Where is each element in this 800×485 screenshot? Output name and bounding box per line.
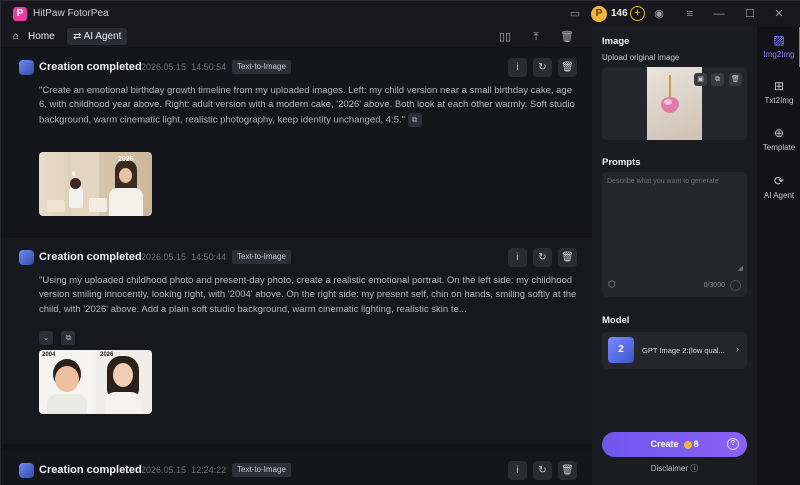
creation-avatar-icon bbox=[19, 250, 34, 265]
book-icon[interactable]: ▯▯ bbox=[497, 29, 513, 45]
model-icon: 2 bbox=[608, 337, 634, 363]
cube-icon[interactable]: ⬡ bbox=[608, 279, 616, 290]
maximize-button[interactable]: ☐ bbox=[742, 6, 758, 22]
result-image-thumbnail[interactable]: 2026 6 bbox=[39, 152, 152, 216]
home-label: Home bbox=[28, 31, 55, 42]
duplicate-icon[interactable]: ⧉ bbox=[711, 73, 724, 86]
creation-timestamp: 2026.05.15 12:24:22 bbox=[141, 465, 227, 475]
swap-icon: ⇄ bbox=[73, 31, 82, 42]
creation-feed[interactable]: Creation completed 2026.05.15 14:50:54 T… bbox=[1, 48, 592, 485]
image-icon: ▨ bbox=[773, 33, 785, 47]
thumbnail-age-label: 6 bbox=[72, 172, 76, 178]
model-section-label: Model bbox=[602, 315, 630, 326]
add-coins-button[interactable]: + bbox=[630, 6, 645, 21]
creation-type-badge: Text-to-Image bbox=[232, 60, 291, 74]
agent-icon: ⟳ bbox=[773, 174, 785, 188]
expand-chevron-down-icon[interactable]: ⌄ bbox=[39, 330, 53, 345]
menu-icon[interactable]: ≡ bbox=[682, 6, 698, 22]
message-icon[interactable]: ▭ bbox=[567, 6, 583, 22]
tab-ai-agent[interactable]: ⟳ AI Agent bbox=[757, 168, 800, 214]
close-button[interactable]: ✕ bbox=[771, 6, 787, 22]
upload-image-area[interactable]: ▣ ⧉ 🗑 bbox=[602, 67, 747, 140]
prompt-char-count: 0/3000 bbox=[703, 282, 725, 289]
coin-count: 146 bbox=[611, 8, 628, 19]
text-image-icon: ⊞ bbox=[773, 79, 785, 93]
regenerate-button[interactable]: ↻ bbox=[533, 58, 552, 77]
crop-icon[interactable]: ▣ bbox=[694, 73, 707, 86]
coin-icon bbox=[683, 440, 692, 449]
creation-timestamp: 2026.05.15 14:50:54 bbox=[141, 62, 227, 72]
account-icon[interactable]: ◉ bbox=[651, 6, 667, 22]
title-bar: P HitPaw FotorPea ▭ P 146 + ◉ ≡ — ☐ ✕ bbox=[1, 1, 800, 27]
minimize-button[interactable]: — bbox=[711, 6, 727, 22]
regenerate-button[interactable]: ↻ bbox=[533, 461, 552, 480]
creation-card: Creation completed 2026.05.15 14:50:54 T… bbox=[1, 48, 592, 233]
prompt-placeholder: Describe what you want to generate bbox=[607, 178, 719, 185]
prompt-textarea[interactable]: Describe what you want to generate ◢ ⬡ 0… bbox=[602, 172, 747, 297]
prompts-section-label: Prompts bbox=[602, 157, 641, 168]
app-logo-icon: P bbox=[13, 7, 27, 21]
generation-panel: Image Upload original image ▣ ⧉ 🗑 Prompt… bbox=[592, 27, 757, 485]
coin-icon: P bbox=[591, 6, 607, 22]
model-selector[interactable]: 2 GPT Image 2:(low qual... › bbox=[602, 332, 747, 369]
delete-button[interactable]: 🗑 bbox=[558, 248, 577, 267]
app-window: P HitPaw FotorPea ▭ P 146 + ◉ ≡ — ☐ ✕ ⌂ H… bbox=[0, 0, 800, 485]
creation-avatar-icon bbox=[19, 463, 34, 478]
tab-template[interactable]: ⊕ Template bbox=[757, 120, 800, 166]
disclaimer-link[interactable]: Disclaimer ⓘ bbox=[602, 463, 747, 474]
app-title: HitPaw FotorPea bbox=[33, 8, 109, 19]
creation-card: Creation completed 2026.05.15 14:50:44 T… bbox=[1, 238, 592, 444]
nav-bar: ⌂ Home ⇄ AI Agent ▯▯ ⤒ 🗑 bbox=[1, 27, 592, 47]
remove-image-icon[interactable]: 🗑 bbox=[729, 73, 742, 86]
creation-timestamp: 2026.05.15 14:50:44 bbox=[141, 252, 227, 262]
creation-prompt: "Create an emotional birthday growth tim… bbox=[39, 85, 575, 127]
info-button[interactable]: i bbox=[508, 248, 527, 267]
creation-title: Creation completed bbox=[39, 61, 142, 73]
clear-prompt-icon[interactable] bbox=[730, 280, 741, 291]
thumbnail-left-year: 2004 bbox=[42, 352, 56, 358]
upload-label: Upload original image bbox=[602, 53, 680, 62]
creation-type-badge: Text-to-Image bbox=[232, 250, 291, 264]
side-tab-bar: ▨ Img2Img ⊞ Txt2Img ⊕ Template ⟳ AI Agen… bbox=[757, 27, 800, 485]
delete-button[interactable]: 🗑 bbox=[558, 461, 577, 480]
tab-txt2img[interactable]: ⊞ Txt2Img bbox=[757, 73, 800, 119]
result-image-thumbnail[interactable]: 2004 2026 bbox=[39, 350, 152, 414]
home-button[interactable]: ⌂ Home bbox=[13, 29, 55, 45]
chevron-right-icon: › bbox=[736, 344, 739, 354]
tab-img2img[interactable]: ▨ Img2Img bbox=[757, 27, 800, 73]
grid-icon: ⊕ bbox=[773, 126, 785, 140]
help-icon[interactable]: ? bbox=[727, 438, 739, 450]
info-icon: ⓘ bbox=[690, 464, 699, 473]
model-name: GPT Image 2:(low qual... bbox=[642, 346, 725, 355]
creation-avatar-icon bbox=[19, 60, 34, 75]
trash-icon[interactable]: 🗑 bbox=[559, 29, 575, 45]
creation-type-badge: Text-to-Image bbox=[232, 463, 291, 477]
delete-button[interactable]: 🗑 bbox=[558, 58, 577, 77]
info-button[interactable]: i bbox=[508, 461, 527, 480]
creation-title: Creation completed bbox=[39, 251, 142, 263]
create-label: Create bbox=[650, 439, 679, 449]
create-cost: 8 bbox=[693, 439, 699, 449]
regenerate-button[interactable]: ↻ bbox=[533, 248, 552, 267]
ai-agent-tab[interactable]: ⇄ AI Agent bbox=[67, 28, 128, 45]
prompt-actions: ⌄ ⧉ bbox=[39, 329, 76, 347]
home-icon: ⌂ bbox=[13, 31, 20, 42]
copy-icon[interactable]: ⧉ bbox=[61, 330, 76, 345]
create-button[interactable]: Create 8 ? bbox=[602, 432, 747, 457]
scroll-top-icon[interactable]: ⤒ bbox=[528, 29, 544, 45]
thumbnail-right-year: 2026 bbox=[100, 352, 114, 358]
thumbnail-year-label: 2026 bbox=[118, 156, 134, 163]
ai-agent-label: AI Agent bbox=[83, 31, 122, 42]
image-section-label: Image bbox=[602, 36, 630, 47]
copy-icon[interactable]: ⧉ bbox=[407, 112, 422, 127]
resize-handle-icon[interactable]: ◢ bbox=[738, 264, 743, 272]
info-button[interactable]: i bbox=[508, 58, 527, 77]
creation-card: Creation completed 2026.05.15 12:24:22 T… bbox=[1, 451, 592, 485]
creation-prompt: "Using my uploaded childhood photo and p… bbox=[39, 275, 577, 315]
creation-title: Creation completed bbox=[39, 464, 142, 476]
